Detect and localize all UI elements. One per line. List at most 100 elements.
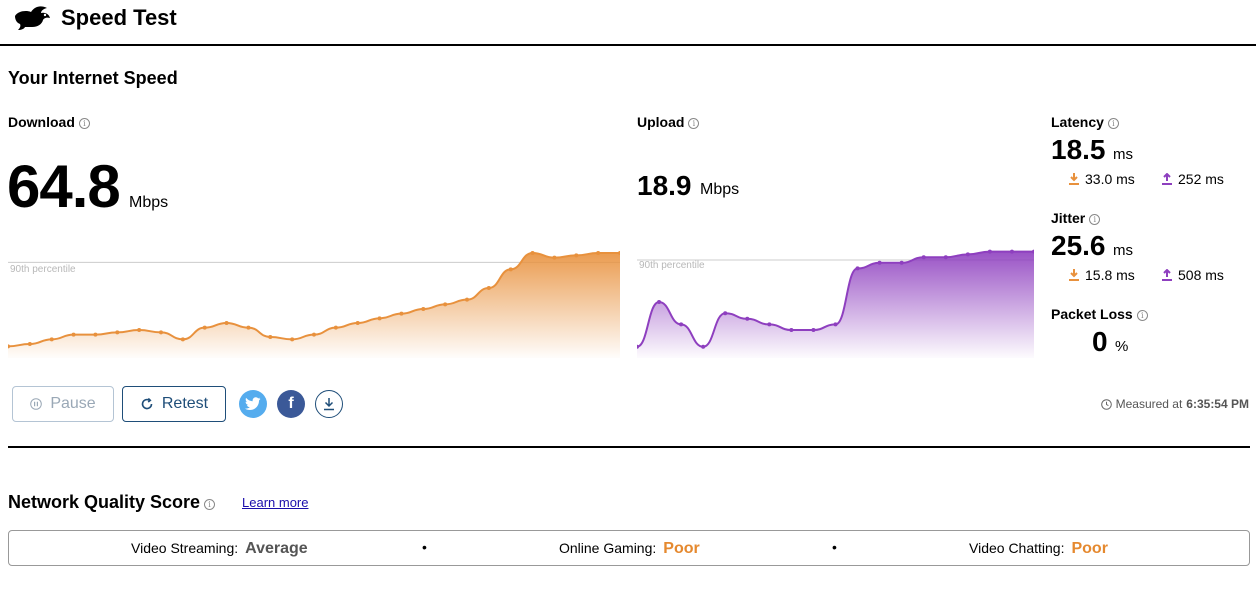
measured-prefix: Measured at <box>1115 397 1183 411</box>
upload-arrow-icon <box>1162 269 1172 281</box>
download-chart-point <box>486 286 491 290</box>
download-chart-point <box>508 267 513 272</box>
packet-loss-label-text: Packet Loss <box>1051 306 1133 322</box>
retest-button[interactable]: Retest <box>122 386 226 422</box>
latency-up-value: 252 ms <box>1178 171 1224 187</box>
learn-more-link[interactable]: Learn more <box>242 495 308 510</box>
upload-chart-point <box>833 322 838 327</box>
info-icon[interactable]: i <box>688 118 700 129</box>
facebook-share-button[interactable]: f <box>277 390 305 418</box>
download-chart-point <box>421 307 426 311</box>
download-unit: Mbps <box>129 194 169 211</box>
download-chart-point <box>224 321 229 325</box>
download-chart-point <box>71 332 76 337</box>
download-arrow-icon <box>1069 173 1079 185</box>
latency-up: 252 ms <box>1162 171 1224 187</box>
jitter-down: 15.8 ms <box>1069 267 1135 283</box>
pause-icon <box>30 398 43 410</box>
download-chart-point <box>180 337 185 342</box>
latency-down: 33.0 ms <box>1069 171 1135 187</box>
download-chart-point <box>27 342 32 346</box>
upload-chart-point <box>811 328 816 332</box>
download-chart-point <box>49 337 54 342</box>
packet-loss-unit: % <box>1115 338 1129 355</box>
upload-chart-point <box>943 255 948 260</box>
jitter-down-value: 15.8 ms <box>1085 267 1135 283</box>
info-icon[interactable]: i <box>204 499 216 510</box>
latency-label-text: Latency <box>1051 114 1104 130</box>
section-divider <box>8 446 1250 448</box>
upload-value: 18.9 <box>637 170 692 201</box>
quality-item-online-gaming: Online Gaming: Poor <box>559 540 700 558</box>
info-icon[interactable]: i <box>1089 214 1101 225</box>
download-chart-point <box>574 253 579 258</box>
upload-chart-point <box>789 328 794 332</box>
upload-arrow-icon <box>1162 173 1172 185</box>
upload-chart-point <box>679 322 684 327</box>
upload-percentile-label: 90th percentile <box>639 260 705 271</box>
info-icon[interactable]: i <box>1136 310 1148 321</box>
measured-at: Measured at 6:35:54 PM <box>1100 397 1249 411</box>
measured-time: 6:35:54 PM <box>1186 397 1249 411</box>
upload-chart-point <box>877 260 882 265</box>
twitter-icon <box>245 397 261 410</box>
upload-chart-point <box>657 300 662 304</box>
network-quality-box: Video Streaming: Average • Online Gaming… <box>8 530 1250 566</box>
upload-unit: Mbps <box>700 181 740 198</box>
download-chart-point <box>202 325 207 330</box>
download-results-button[interactable] <box>315 390 343 418</box>
upload-chart-point <box>987 249 992 254</box>
upload-chart-point <box>745 316 750 321</box>
upload-chart-point <box>723 311 728 316</box>
download-icon <box>324 398 334 411</box>
info-icon[interactable]: i <box>78 118 90 129</box>
app-header: Speed Test <box>0 0 1256 46</box>
download-chart-point <box>465 297 469 302</box>
download-chart-point <box>552 255 557 260</box>
download-chart <box>8 251 620 358</box>
download-chart-point <box>312 332 316 337</box>
quality-item-video-streaming: Video Streaming: Average <box>131 540 308 558</box>
jitter-unit: ms <box>1113 242 1133 259</box>
section-title: Your Internet Speed <box>8 68 178 88</box>
app-title: Speed Test <box>61 5 177 30</box>
download-chart-point <box>377 316 382 321</box>
upload-chart-point <box>1009 249 1014 254</box>
retest-label: Retest <box>161 395 209 412</box>
jitter-label-text: Jitter <box>1051 210 1086 226</box>
download-chart-point <box>246 325 251 330</box>
upload-chart-point <box>965 252 970 257</box>
upload-chart <box>637 249 1034 358</box>
download-chart-point <box>399 311 404 316</box>
info-icon[interactable]: i <box>1107 118 1119 129</box>
packet-loss-value: 0 <box>1092 326 1108 357</box>
quality-separator: • <box>832 539 837 555</box>
download-chart-point <box>290 337 295 342</box>
upload-chart-point <box>855 266 860 271</box>
download-chart-point <box>355 321 360 325</box>
quality-separator: • <box>422 539 427 555</box>
quality-value: Average <box>245 540 308 557</box>
clock-icon <box>1100 398 1112 410</box>
latency-down-value: 33.0 ms <box>1085 171 1135 187</box>
twitter-share-button[interactable] <box>239 390 267 418</box>
download-chart-point <box>443 302 448 307</box>
quality-label: Online Gaming: <box>559 540 657 556</box>
rabbit-logo-icon <box>15 6 50 31</box>
download-chart-point <box>268 335 273 339</box>
download-chart-point <box>596 251 601 255</box>
download-arrow-icon <box>1069 269 1079 281</box>
quality-value: Poor <box>1071 540 1108 557</box>
download-chart-point <box>530 251 535 255</box>
pause-label: Pause <box>50 395 96 412</box>
network-quality-title: Network Quality Score i <box>8 492 216 513</box>
upload-chart-point <box>767 322 772 327</box>
pause-button[interactable]: Pause <box>12 386 114 422</box>
upload-label-text: Upload <box>637 114 685 130</box>
quality-item-video-chatting: Video Chatting: Poor <box>969 540 1108 558</box>
latency-unit: ms <box>1113 146 1133 163</box>
refresh-icon <box>141 397 153 410</box>
network-quality-title-text: Network Quality Score <box>8 492 201 512</box>
upload-chart-point <box>899 260 904 265</box>
download-chart-point <box>115 330 120 335</box>
